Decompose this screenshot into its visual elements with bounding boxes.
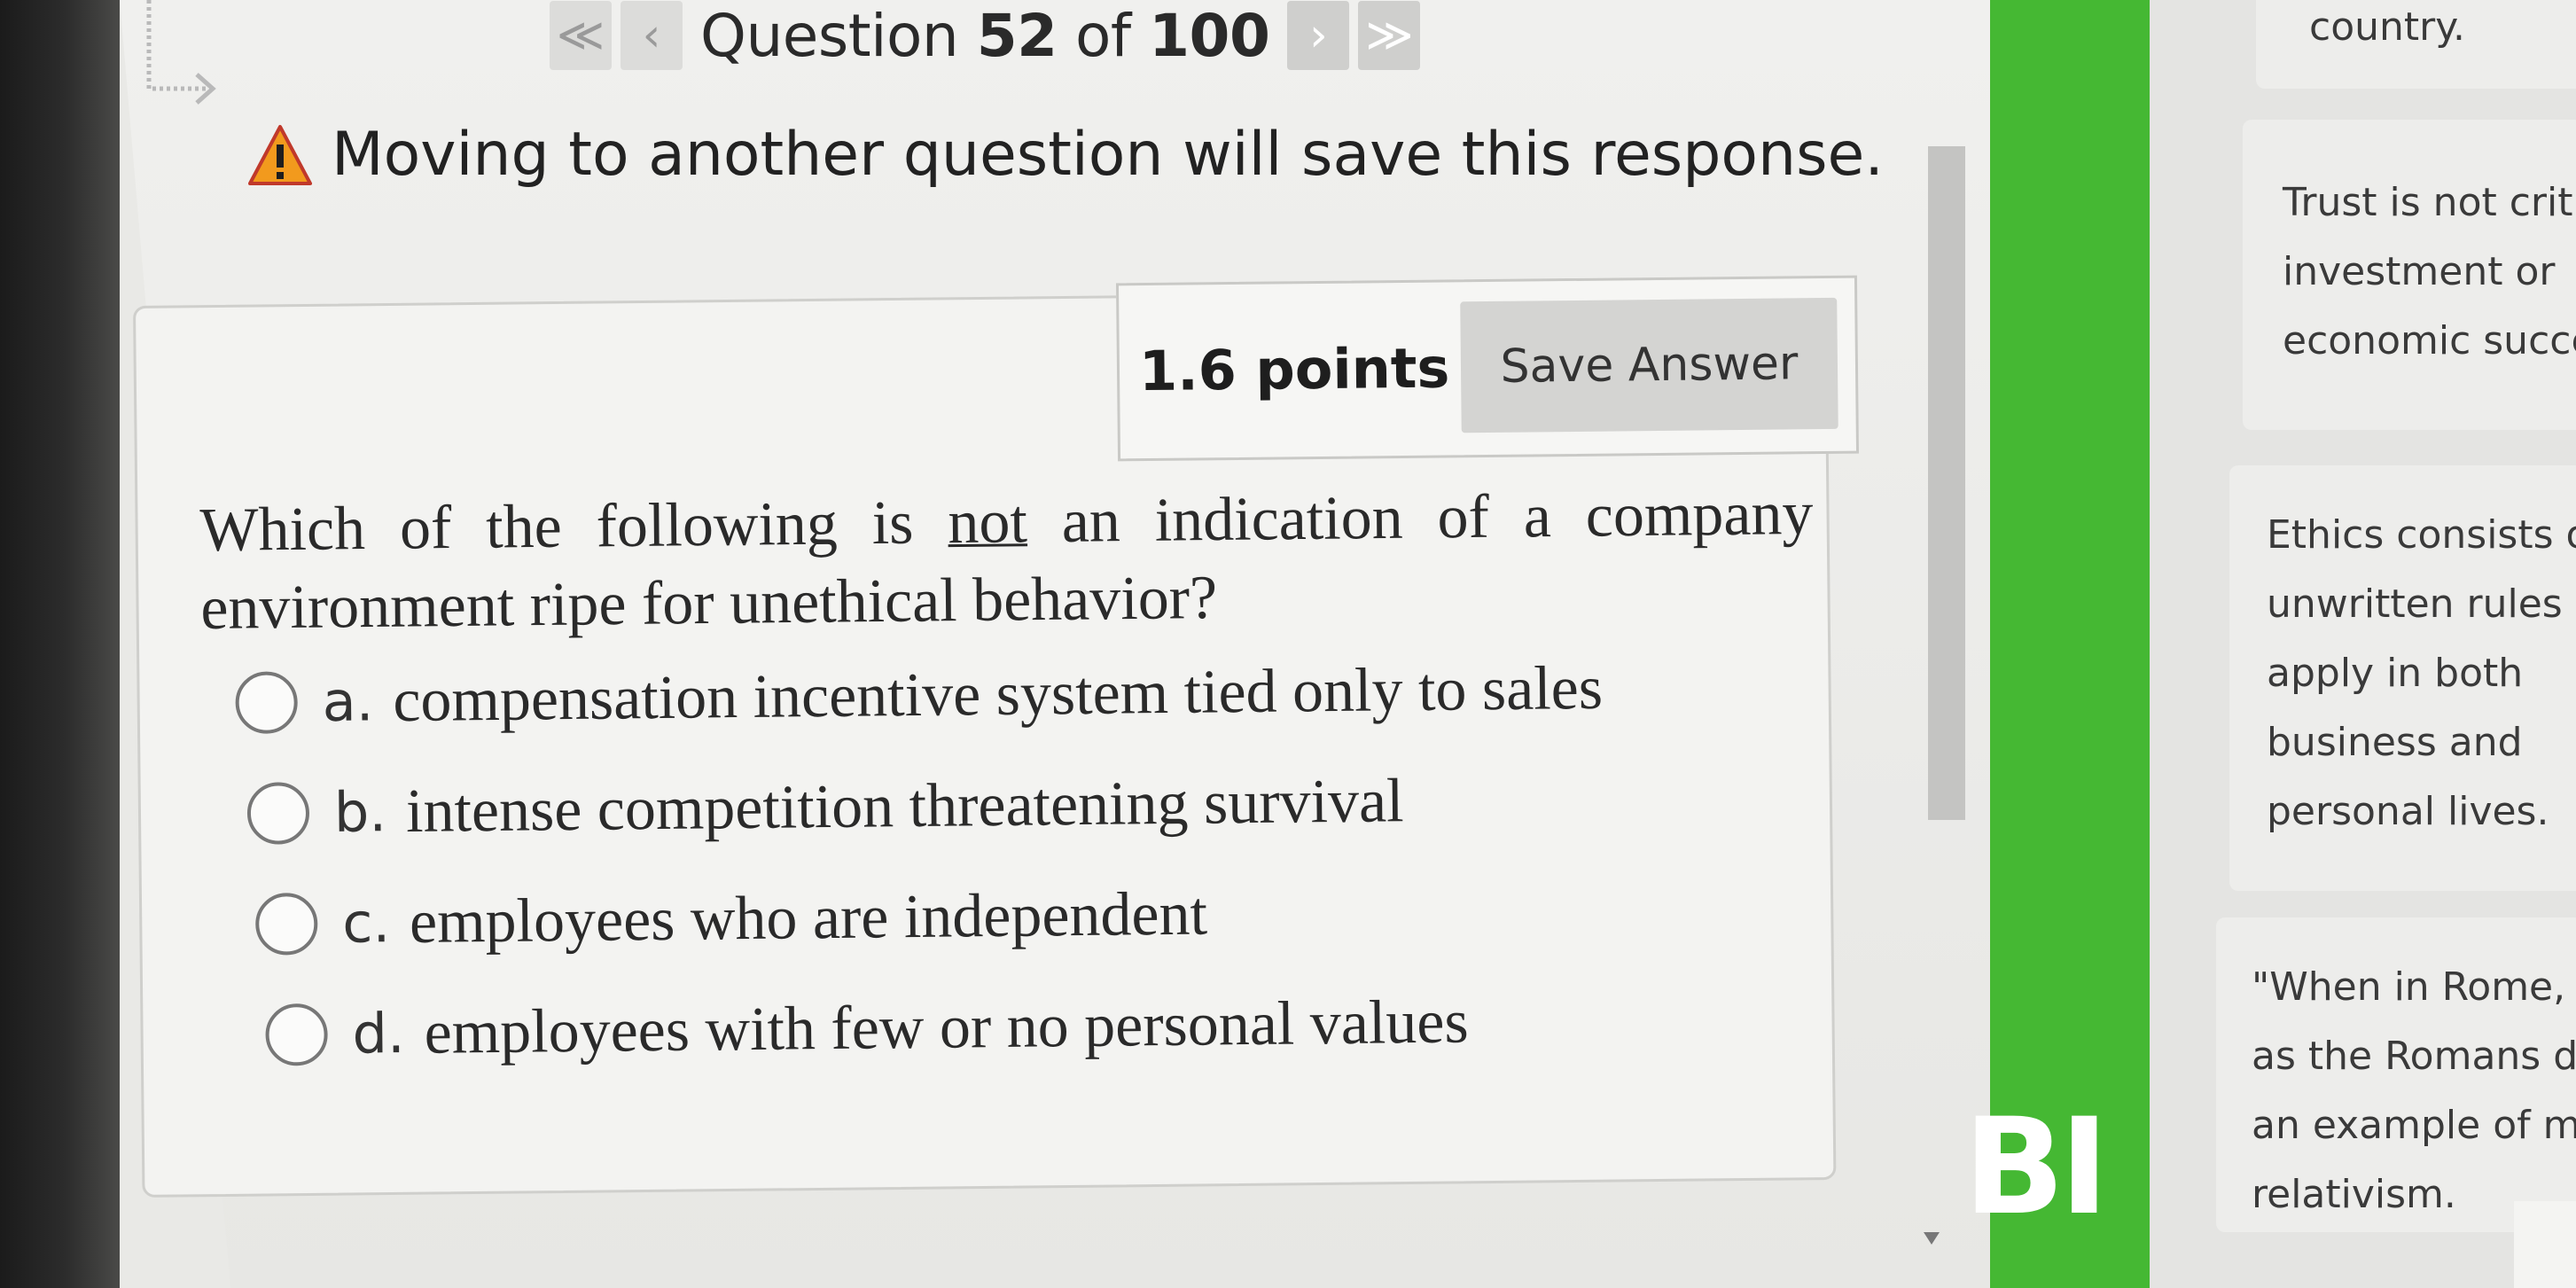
question-text-start: Which of the following is: [199, 488, 948, 565]
option-text: compensation incentive system tied only …: [392, 653, 1604, 735]
save-answer-button[interactable]: Save Answer: [1460, 297, 1838, 433]
last-question-button[interactable]: ≫: [1358, 1, 1421, 70]
scrollbar-thumb[interactable]: [1928, 146, 1965, 820]
option-c[interactable]: c. employees who are independent: [254, 855, 1606, 980]
option-a[interactable]: a. compensation incentive system tied on…: [235, 633, 1604, 758]
chevron-left-icon: ‹: [642, 9, 661, 62]
question-text-emphasis: not: [947, 488, 1028, 558]
current-question-number: 52: [976, 1, 1058, 70]
double-chevron-right-icon: ≫: [1365, 9, 1414, 62]
warning-text: Moving to another question will save thi…: [332, 120, 1884, 190]
flashcard-text: "When in Rome, do as the Romans do," an …: [2252, 964, 2576, 1217]
warning-icon: [248, 124, 312, 185]
question-text: Which of the following is not an indicat…: [199, 475, 1815, 648]
next-question-button[interactable]: ›: [1287, 1, 1350, 70]
flashcard-text: Ethics consists of unwritten rules w app…: [2267, 512, 2576, 834]
flashcard-sidebar: country. Trust is not criti investment o…: [2150, 0, 2576, 1288]
flashcard[interactable]: Ethics consists of unwritten rules w app…: [2229, 465, 2576, 891]
corner-panel: [2514, 1201, 2576, 1288]
option-b[interactable]: b. intense competition threatening survi…: [246, 744, 1604, 869]
option-text: intense competition threatening survival: [405, 766, 1404, 846]
double-chevron-left-icon: ≪: [556, 9, 605, 62]
flashcard-text: Trust is not criti investment or economi…: [2283, 180, 2576, 363]
flashcard[interactable]: Trust is not criti investment or economi…: [2243, 120, 2576, 430]
green-side-panel: BI: [1963, 0, 2150, 1288]
option-text: employees who are independent: [409, 879, 1208, 956]
previous-question-button[interactable]: ‹: [621, 1, 683, 70]
option-letter: c.: [341, 890, 391, 956]
option-d[interactable]: d. employees with few or no personal val…: [265, 965, 1607, 1090]
points-label: 1.6 points: [1138, 335, 1450, 404]
chevron-right-icon: ›: [1309, 9, 1328, 62]
question-counter: Question 52 of 100: [700, 1, 1270, 70]
first-question-button[interactable]: ≪: [550, 1, 612, 70]
flashcard-text: country.: [2309, 4, 2465, 50]
radio-button-c[interactable]: [254, 892, 318, 956]
scroll-down-icon[interactable]: [1924, 1232, 1940, 1245]
question-counter-of: of: [1057, 1, 1150, 70]
flashcard[interactable]: country.: [2256, 0, 2576, 89]
points-panel: 1.6 points Save Answer: [1115, 275, 1860, 462]
option-letter: b.: [333, 779, 387, 845]
save-answer-label: Save Answer: [1500, 337, 1799, 394]
flashcard[interactable]: "When in Rome, do as the Romans do," an …: [2216, 917, 2576, 1232]
question-counter-prefix: Question: [700, 1, 977, 70]
panel-logo-text: BI: [1963, 1090, 2109, 1245]
option-letter: a.: [322, 668, 374, 734]
return-arrow-icon: [146, 0, 216, 105]
option-text: employees with few or no personal values: [424, 987, 1469, 1067]
question-navigation: ≪ ‹ Question 52 of 100 › ≫: [550, 0, 1429, 71]
total-questions: 100: [1149, 1, 1270, 70]
radio-button-b[interactable]: [246, 781, 310, 845]
save-warning: Moving to another question will save thi…: [248, 120, 1884, 190]
radio-button-d[interactable]: [265, 1003, 328, 1066]
option-letter: d.: [352, 1001, 406, 1066]
main-content: ≪ ‹ Question 52 of 100 › ≫ Moving to ano…: [0, 0, 1990, 1288]
radio-button-a[interactable]: [235, 670, 299, 734]
answer-options: a. compensation incentive system tied on…: [235, 633, 1607, 1090]
